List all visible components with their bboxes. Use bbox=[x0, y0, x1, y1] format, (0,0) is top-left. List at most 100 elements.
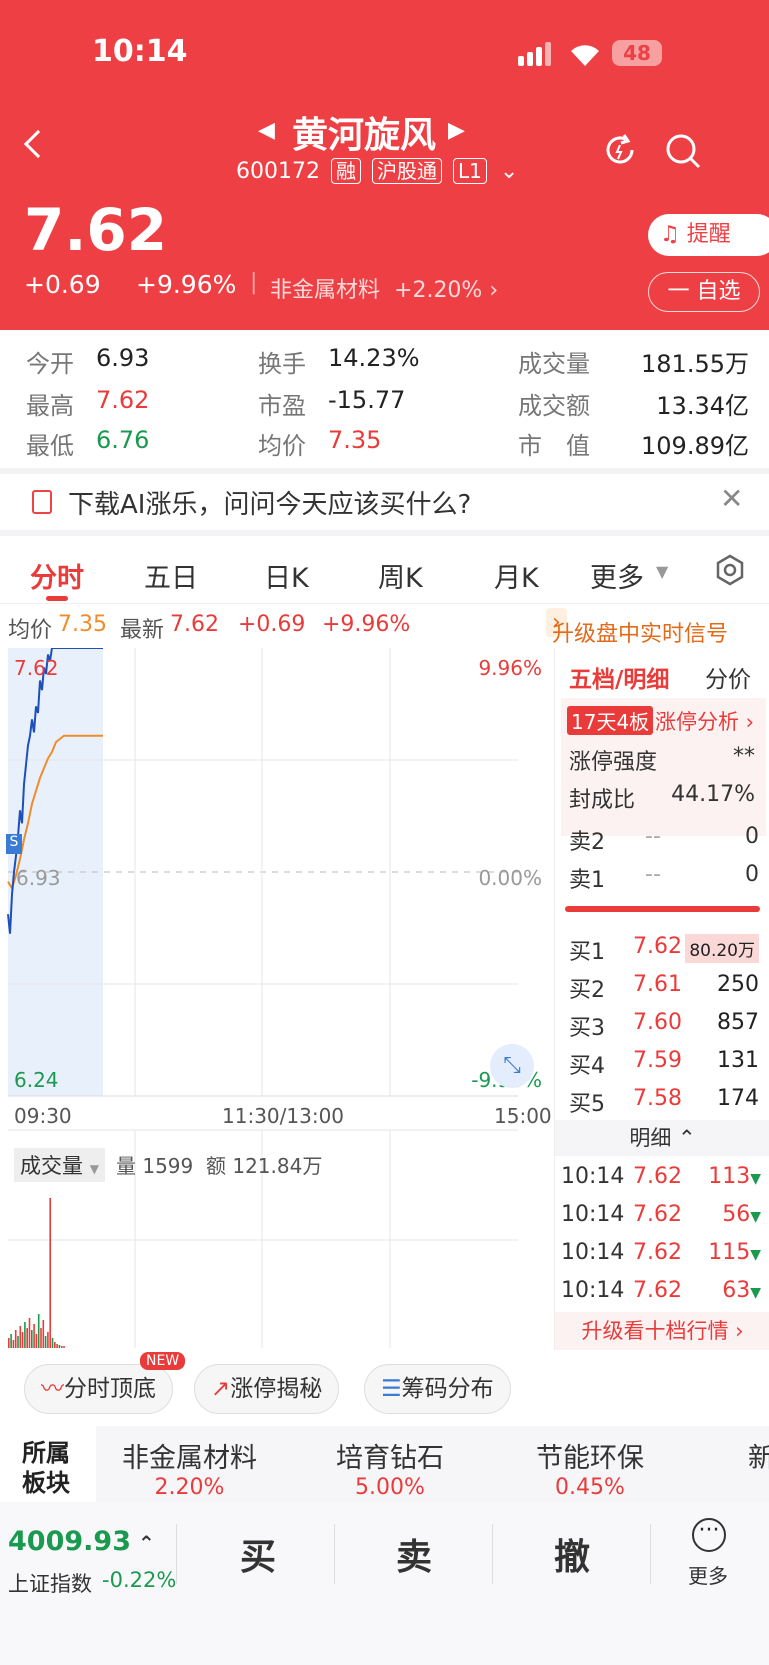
limit-analysis-link[interactable]: 涨停分析 › bbox=[655, 706, 754, 736]
divider bbox=[176, 1524, 177, 1584]
tab-daily[interactable]: 日K bbox=[264, 556, 309, 595]
tab-orderbook[interactable]: 五档/明细 bbox=[569, 660, 669, 694]
tick-time: 10:14 bbox=[561, 1164, 625, 1189]
volume-text: 量 1599 bbox=[116, 1154, 194, 1178]
stat-open: 6.93 bbox=[96, 344, 150, 372]
tick-time: 10:14 bbox=[561, 1278, 625, 1303]
sector-item[interactable]: 非金属材料 2.20% bbox=[122, 1436, 257, 1500]
buy1-price: 7.62 bbox=[633, 934, 682, 959]
tab-intraday[interactable]: 分时 bbox=[30, 556, 84, 595]
upgrade-10-level-link[interactable]: 升级看十档行情 › bbox=[555, 1312, 769, 1350]
more-icon[interactable]: ··· bbox=[692, 1518, 726, 1552]
ai-banner[interactable]: 下载AI涨乐，问问今天应该买什么? ✕ bbox=[0, 474, 769, 530]
volume-bar bbox=[60, 1346, 63, 1348]
sell-button[interactable]: 卖 bbox=[396, 1528, 432, 1580]
current-price: 7.62 bbox=[24, 196, 168, 264]
detail-header[interactable]: 明细 ⌃ bbox=[555, 1120, 769, 1156]
intraday-chart[interactable]: 7.62 6.93 6.24 9.96% 0.00% -9.96% S ⤡ 09… bbox=[0, 648, 554, 1350]
avg-value: 7.35 bbox=[58, 612, 107, 637]
prev-stock-arrow[interactable]: ◀ bbox=[258, 118, 275, 143]
volume-bar bbox=[21, 1332, 24, 1348]
status-time: 10:14 bbox=[92, 34, 188, 69]
tick-time: 10:14 bbox=[561, 1202, 625, 1227]
tab-monthly[interactable]: 月K bbox=[494, 556, 539, 595]
back-icon[interactable] bbox=[23, 129, 53, 159]
sell2-price: -- bbox=[645, 824, 661, 849]
cancel-button[interactable]: 撤 bbox=[554, 1528, 590, 1580]
quote-change-pct: +9.96% bbox=[322, 612, 411, 637]
tab-5day[interactable]: 五日 bbox=[144, 556, 198, 595]
watchlist-button[interactable]: 一 自选 bbox=[648, 272, 760, 312]
chart-tabs: 分时 五日 日K 周K 月K 更多 ▼ bbox=[0, 536, 769, 604]
buy3-vol: 857 bbox=[717, 1010, 759, 1035]
detail-label: 明细 bbox=[629, 1126, 672, 1150]
avg-label: 均价 bbox=[8, 618, 53, 643]
index-value[interactable]: 4009.93 ⌃ bbox=[8, 1526, 155, 1557]
x-label-close: 15:00 bbox=[494, 1104, 552, 1128]
quote-change: +0.69 bbox=[238, 612, 306, 637]
tick-vol: 113▼ bbox=[708, 1164, 761, 1189]
upgrade-signal-link[interactable]: 升级盘中实时信号 › bbox=[546, 608, 728, 647]
sell1-label: 卖1 bbox=[569, 868, 605, 893]
y-bottom-label: 6.24 bbox=[14, 1068, 59, 1092]
tick-price: 7.62 bbox=[633, 1164, 682, 1189]
tick-vol: 63▼ bbox=[722, 1278, 761, 1303]
divider bbox=[650, 1524, 651, 1584]
tick-time: 10:14 bbox=[561, 1240, 625, 1265]
new-badge: NEW bbox=[140, 1352, 186, 1370]
sector-link[interactable]: 非金属材料 +2.20% › bbox=[270, 272, 498, 304]
buy1-label: 买1 bbox=[569, 940, 605, 965]
buy2-price: 7.61 bbox=[633, 972, 682, 997]
s-marker[interactable]: S bbox=[6, 834, 22, 854]
chevron-up-icon: ⌃ bbox=[678, 1126, 696, 1150]
sector-item[interactable]: 培育钻石 5.00% bbox=[336, 1436, 444, 1500]
settings-icon[interactable] bbox=[714, 554, 746, 586]
volume-dropdown[interactable]: 成交量 ▼ bbox=[14, 1148, 105, 1182]
next-stock-arrow[interactable]: ▶ bbox=[448, 118, 465, 143]
buy5-price: 7.58 bbox=[633, 1086, 682, 1111]
sell1-vol: 0 bbox=[745, 862, 759, 887]
stat-amount: 13.34亿 bbox=[656, 392, 749, 420]
tab-weekly[interactable]: 周K bbox=[378, 556, 423, 595]
sell1-price: -- bbox=[645, 862, 661, 887]
volume-bar bbox=[35, 1334, 38, 1348]
sector-item[interactable]: 新 bbox=[748, 1436, 769, 1475]
close-icon[interactable]: ✕ bbox=[720, 482, 743, 515]
tick-price: 7.62 bbox=[633, 1202, 682, 1227]
active-tab-indicator bbox=[46, 596, 68, 601]
tab-more[interactable]: 更多 bbox=[590, 556, 644, 595]
buy-button[interactable]: 买 bbox=[240, 1528, 276, 1580]
expand-icon[interactable]: ⤡ bbox=[490, 1044, 534, 1088]
sector-item[interactable]: 节能环保 0.45% bbox=[536, 1436, 644, 1500]
divider bbox=[334, 1524, 335, 1584]
tab-price-dist[interactable]: 分价 bbox=[705, 660, 751, 694]
stat-label: 成交额 bbox=[518, 392, 590, 420]
more-label[interactable]: 更多 bbox=[688, 1560, 728, 1589]
volume-bar bbox=[37, 1314, 40, 1348]
stats-panel: 今开 6.93 换手 14.23% 成交量 181.55万 最高 7.62 市盈… bbox=[0, 330, 769, 468]
y-right-mid: 0.00% bbox=[478, 866, 542, 890]
price-chart-svg bbox=[7, 648, 518, 1348]
buy5-vol: 174 bbox=[717, 1086, 759, 1111]
stat-label: 今开 bbox=[26, 350, 74, 378]
x-label-mid: 11:30/13:00 bbox=[222, 1104, 345, 1128]
tick-price: 7.62 bbox=[633, 1240, 682, 1265]
tool-chip-distribution[interactable]: ☰筹码分布 bbox=[364, 1364, 511, 1414]
tool-intraday-top-bottom[interactable]: 〰分时顶底 bbox=[24, 1364, 173, 1414]
tick-vol: 56▼ bbox=[722, 1202, 761, 1227]
chevron-down-icon[interactable]: ⌄ bbox=[500, 159, 518, 184]
volume-bar bbox=[51, 1338, 54, 1348]
tick-price: 7.62 bbox=[633, 1278, 682, 1303]
search-icon[interactable] bbox=[664, 132, 702, 170]
refresh-icon[interactable] bbox=[602, 132, 638, 168]
chevron-down-icon[interactable]: ▼ bbox=[656, 562, 668, 581]
alert-button[interactable]: ♫ 提醒 bbox=[648, 214, 769, 256]
trend-icon: 〰 bbox=[41, 1376, 64, 1402]
divider: | bbox=[250, 270, 258, 295]
battery-icon: 48 bbox=[612, 40, 662, 66]
volume-bar bbox=[44, 1336, 47, 1348]
buy3-price: 7.60 bbox=[633, 1010, 682, 1035]
strength-label: 涨停强度 bbox=[569, 750, 658, 775]
stock-code-row: 600172 融 沪股通 L1 ⌄ bbox=[236, 158, 518, 184]
tool-limit-up-secrets[interactable]: ↗涨停揭秘 bbox=[194, 1364, 340, 1414]
